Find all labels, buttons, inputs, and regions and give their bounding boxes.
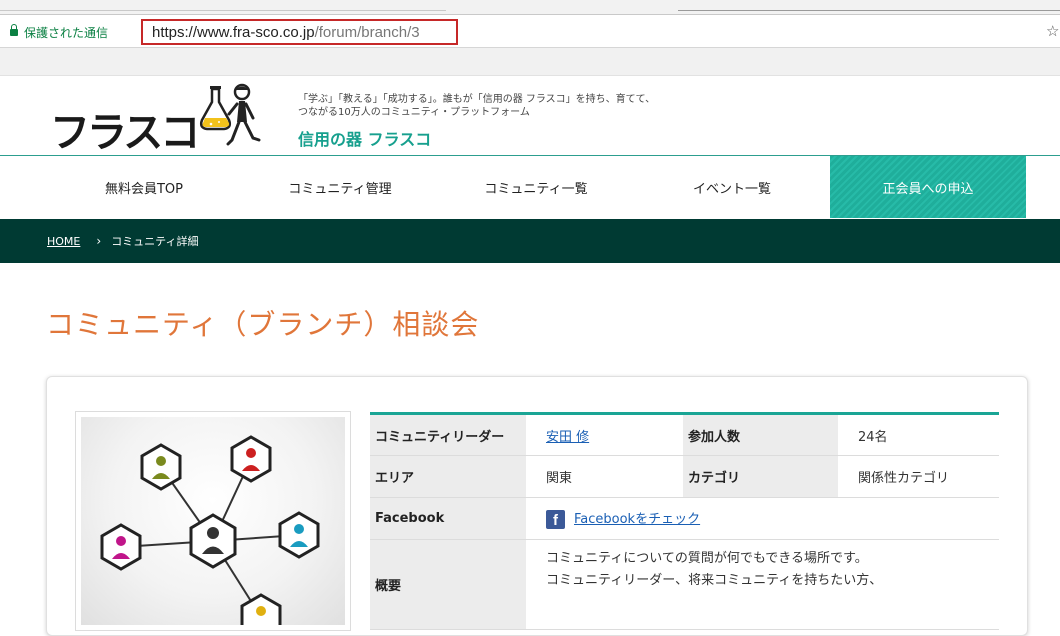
network-illustration <box>81 417 345 625</box>
site-logo[interactable]: フラスコ <box>50 99 200 158</box>
bookmark-star-icon[interactable]: ☆ <box>1046 22 1059 40</box>
category-label: カテゴリ <box>683 455 838 498</box>
lock-icon <box>10 23 18 37</box>
area-value: 関東 <box>526 455 683 498</box>
nav-item-community-admin[interactable]: コミュニティ管理 <box>242 156 438 218</box>
chevron-right-icon: › <box>96 234 102 248</box>
table-row: コミュニティリーダー 安田 修 参加人数 24名 <box>370 413 999 456</box>
facebook-value: f Facebookをチェック <box>526 497 999 540</box>
overview-line: コミュニティリーダー、将来コミュニティを持ちたい方、 <box>546 573 883 588</box>
facebook-link[interactable]: Facebookをチェック <box>574 512 700 527</box>
url-host: https://www.fra-sco.co.jp <box>152 23 315 41</box>
breadcrumb: HOME › コミュニティ詳細 <box>0 219 1060 263</box>
breadcrumb-home-link[interactable]: HOME <box>47 235 80 248</box>
leader-label: コミュニティリーダー <box>370 413 526 456</box>
url-path: /forum/branch/3 <box>314 23 420 41</box>
global-nav: 無料会員TOP コミュニティ管理 コミュニティ一覧 イベント一覧 正会員への申込 <box>0 155 1060 219</box>
facebook-icon[interactable]: f <box>546 510 565 529</box>
overview-label: 概要 <box>370 539 526 630</box>
apply-membership-button[interactable]: 正会員への申込 <box>830 156 1026 218</box>
facebook-label: Facebook <box>370 497 526 540</box>
flask-mascot-icon <box>199 83 261 146</box>
table-row: エリア 関東 カテゴリ 関係性カテゴリ <box>370 455 999 498</box>
browser-tab-strip <box>0 0 1060 14</box>
leader-link[interactable]: 安田 修 <box>546 430 589 445</box>
nav-item-event-list[interactable]: イベント一覧 <box>634 156 830 218</box>
overview-value: コミュニティについての質問が何でもできる場所です。 コミュニティリーダー、将来コ… <box>526 539 999 630</box>
community-image <box>75 411 351 631</box>
table-row: Facebook f Facebookをチェック <box>370 497 999 540</box>
tab-divider <box>678 10 1060 11</box>
area-label: エリア <box>370 455 526 498</box>
nav-item-community-list[interactable]: コミュニティ一覧 <box>438 156 634 218</box>
page-title: コミュニティ（ブランチ）相談会 <box>46 308 480 341</box>
brand-subtitle: 信用の器 フラスコ <box>298 130 432 149</box>
security-indicator[interactable]: 保護された通信 <box>10 23 109 40</box>
people-network-icon <box>100 435 320 625</box>
table-row: 概要 コミュニティについての質問が何でもできる場所です。 コミュニティリーダー、… <box>370 539 999 630</box>
breadcrumb-current: コミュニティ詳細 <box>111 235 199 248</box>
bookmarks-bar <box>0 48 1060 76</box>
leader-value: 安田 修 <box>526 413 683 456</box>
url-input[interactable]: https://www.fra-sco.co.jp/forum/branch/3 <box>141 19 458 45</box>
nav-item-member-top[interactable]: 無料会員TOP <box>46 156 242 218</box>
secure-label: 保護された通信 <box>24 25 109 40</box>
address-bar[interactable]: 保護された通信 https://www.fra-sco.co.jp/forum/… <box>0 14 1060 48</box>
site-tagline: 「学ぶ」「教える」「成功する」。誰もが「信用の器 フラスコ」を持ち、育てて、つな… <box>298 94 656 118</box>
community-info-table: コミュニティリーダー 安田 修 参加人数 24名 エリア 関東 カテゴリ 関係性… <box>370 412 999 630</box>
members-label: 参加人数 <box>683 413 838 456</box>
site-header: フラスコ 「学ぶ」「教える」「成功する」。誰もが「信用の器 フラスコ」を持ち、育… <box>0 76 1060 158</box>
members-value: 24名 <box>838 413 999 456</box>
tab-divider <box>0 10 446 11</box>
overview-line: コミュニティについての質問が何でもできる場所です。 <box>546 551 868 566</box>
category-value: 関係性カテゴリ <box>838 455 999 498</box>
